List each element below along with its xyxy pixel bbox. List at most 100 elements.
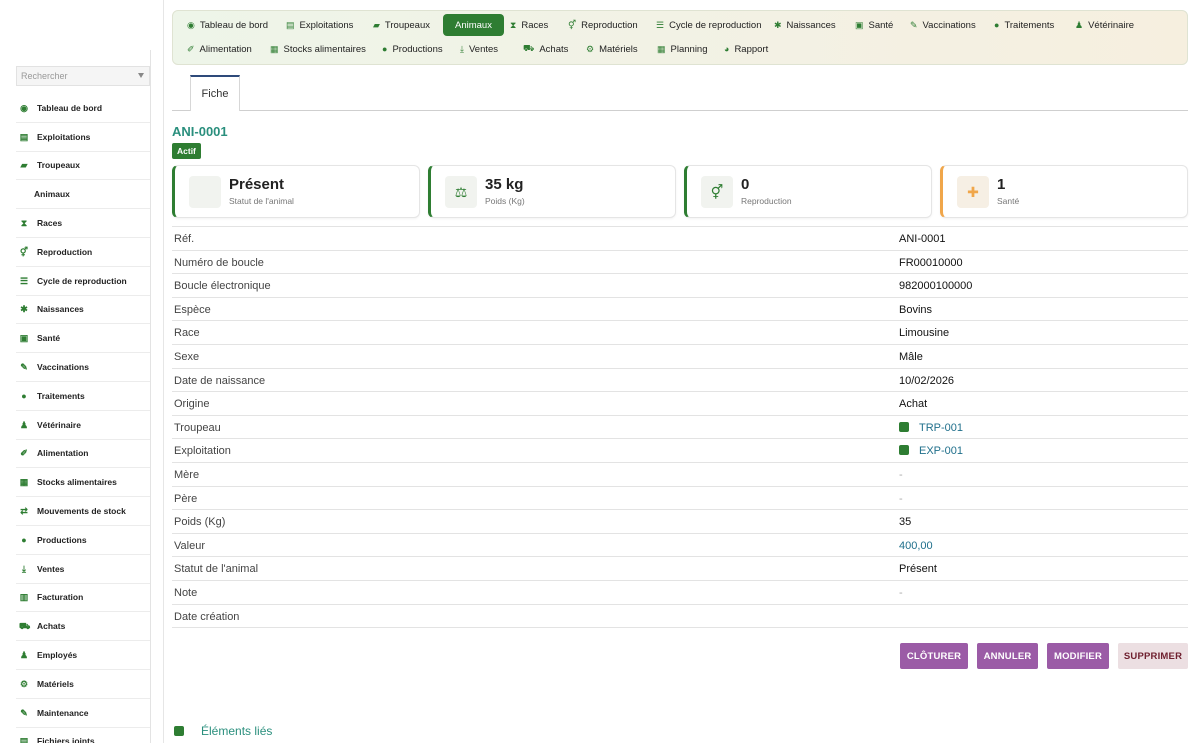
detail-key: Race	[174, 327, 200, 340]
sidebar-item-12[interactable]: ✐ Alimentation	[16, 440, 150, 469]
detail-link-text[interactable]: EXP-001	[919, 445, 963, 457]
hand-icon: ⤓	[460, 43, 464, 54]
doctor-icon: ♟	[19, 419, 29, 430]
detail-key: Troupeau	[174, 421, 221, 434]
sidebar-item-20[interactable]: ⚙ Matériels	[16, 670, 150, 699]
nav-item-18[interactable]: ▦ Planning	[657, 39, 708, 59]
sidebar-item-22[interactable]: ▤ Fichiers joints	[16, 728, 150, 743]
detail-link[interactable]: TRP-001	[899, 421, 963, 434]
nav-item-16[interactable]: ⛟ Achats	[523, 39, 568, 59]
sidebar-item-0[interactable]: ◉ Tableau de bord	[16, 94, 150, 123]
nav-item-label: Stocks alimentaires	[283, 43, 366, 55]
sidebar-item-label: Reproduction	[37, 246, 93, 257]
sidebar-menu: ◉ Tableau de bord ▤ Exploitations ▰ Troupeaux…	[16, 94, 150, 743]
detail-link[interactable]: EXP-001	[899, 445, 963, 457]
tab-bar: Fiche	[172, 75, 1188, 111]
nav-item-17[interactable]: ⚙ Matériels	[586, 39, 638, 59]
sidebar-item-19[interactable]: ♟ Employés	[16, 641, 150, 670]
nav-item-11[interactable]: ♟ Vétérinaire	[1075, 15, 1134, 35]
sidebar-item-1[interactable]: ▤ Exploitations	[16, 123, 150, 152]
sidebar-item-2[interactable]: ▰ Troupeaux	[16, 152, 150, 181]
sidebar-item-14[interactable]: ⇄ Mouvements de stock	[16, 497, 150, 526]
linked-elements-header[interactable]: Éléments liés	[174, 724, 272, 738]
nav-item-2[interactable]: ▰ Troupeaux	[373, 15, 430, 35]
link-icon	[899, 445, 909, 456]
nav-item-10[interactable]: ● Traitements	[994, 15, 1054, 35]
list-icon: ☰	[19, 275, 29, 286]
sidebar-item-4[interactable]: ⧗ Races	[16, 209, 150, 238]
tractor-icon: ⚙	[19, 678, 29, 689]
detail-key: Date création	[174, 610, 240, 623]
nav-item-1[interactable]: ▤ Exploitations	[286, 15, 353, 35]
nav-item-9[interactable]: ✎ Vaccinations	[910, 15, 976, 35]
cart-icon: ⛟	[19, 621, 31, 632]
modifier-button[interactable]: MODIFIER	[1047, 643, 1109, 669]
nav-item-5[interactable]: ⚥ Reproduction	[568, 15, 638, 35]
detail-value: 10/02/2026	[899, 374, 955, 387]
nav-item-7[interactable]: ✱ Naissances	[774, 15, 836, 35]
sidebar-item-18[interactable]: ⛟ Achats	[16, 612, 150, 642]
medkit-icon: ▣	[19, 333, 29, 344]
weight-icon: ⚖	[445, 176, 477, 208]
sidebar-item-15[interactable]: ● Productions	[16, 526, 150, 555]
farm-icon: ▤	[286, 19, 295, 30]
cow-icon: ▰	[373, 19, 380, 30]
feed-icon: ✐	[187, 43, 195, 54]
nav-item-label: Ventes	[468, 43, 499, 55]
sidebar-item-8[interactable]: ▣ Santé	[16, 324, 150, 354]
annuler-button[interactable]: ANNULER	[977, 643, 1038, 669]
cart-icon: ⛟	[523, 43, 535, 53]
cloturer-button[interactable]: CLÔTURER	[900, 643, 968, 669]
detail-key: Numéro de boucle	[174, 256, 264, 269]
sidebar-item-3[interactable]: Animaux	[16, 180, 150, 210]
nav-item-12[interactable]: ✐ Alimentation	[187, 39, 252, 59]
user-icon: ♟	[19, 650, 29, 661]
detail-value: Mâle	[899, 350, 923, 363]
sidebar-item-9[interactable]: ✎ Vaccinations	[16, 353, 150, 382]
nav-item-3[interactable]: Animaux	[443, 14, 504, 36]
supprimer-button[interactable]: SUPPRIMER	[1118, 643, 1188, 669]
nav-item-14[interactable]: ● Productions	[382, 39, 443, 59]
detail-value: Limousine	[899, 327, 950, 340]
chart-icon: ◕	[724, 44, 730, 54]
chevron-down-icon[interactable]	[138, 73, 144, 78]
sidebar-item-5[interactable]: ⚥ Reproduction	[16, 238, 150, 267]
nav-item-label: Exploitations	[299, 19, 354, 31]
sidebar-item-label: Ventes	[37, 563, 65, 574]
detail-row: Race Limousine	[172, 321, 1188, 345]
sidebar-item-7[interactable]: ✱ Naissances	[16, 296, 150, 325]
nav-item-15[interactable]: ⤓ Ventes	[460, 39, 498, 59]
tab-fiche[interactable]: Fiche	[190, 75, 240, 111]
detail-key: Exploitation	[174, 445, 231, 458]
sidebar-item-16[interactable]: ⤓ Ventes	[16, 555, 150, 584]
nav-item-6[interactable]: ☰ Cycle de reproduction	[656, 15, 762, 35]
sidebar: Rechercher ◉ Tableau de bord ▤ Exploitation…	[0, 0, 164, 743]
medkit-icon: ▣	[855, 19, 864, 30]
sidebar-item-label: Fichiers joints	[37, 736, 95, 743]
sidebar-item-13[interactable]: ▦ Stocks alimentaires	[16, 468, 150, 498]
sidebar-item-11[interactable]: ♟ Vétérinaire	[16, 411, 150, 440]
stat-card: ⚖ 35 kg Poids (Kg)	[428, 165, 676, 218]
nav-item-13[interactable]: ▦ Stocks alimentaires	[270, 39, 366, 59]
nav-item-label: Troupeaux	[384, 19, 430, 31]
stat-value: Présent	[229, 176, 285, 193]
sidebar-item-17[interactable]: ▥ Facturation	[16, 584, 150, 613]
search-select[interactable]: Rechercher	[16, 66, 150, 86]
sidebar-item-10[interactable]: ● Traitements	[16, 382, 150, 411]
drop-icon: ●	[21, 534, 27, 545]
status-badge: Actif	[172, 143, 201, 159]
dashboard-icon: ◉	[20, 102, 28, 113]
nav-item-4[interactable]: ⧗ Races	[510, 15, 548, 35]
sidebar-item-21[interactable]: ✎ Maintenance	[16, 699, 150, 728]
detail-row: Mère -	[172, 463, 1188, 487]
nav-item-0[interactable]: ◉ Tableau de bord	[187, 15, 268, 35]
sidebar-item-label: Santé	[37, 333, 61, 344]
drop-icon: ●	[382, 44, 388, 54]
page-title: ANI-0001	[172, 124, 228, 139]
venus-mars-icon: ⚥	[568, 19, 577, 30]
nav-item-8[interactable]: ▣ Santé	[855, 15, 893, 35]
nav-item-19[interactable]: ◕ Rapport	[724, 39, 768, 59]
sidebar-item-6[interactable]: ☰ Cycle de reproduction	[16, 267, 150, 296]
nav-item-label: Matériels	[599, 43, 638, 55]
detail-link-text[interactable]: TRP-001	[919, 422, 963, 434]
